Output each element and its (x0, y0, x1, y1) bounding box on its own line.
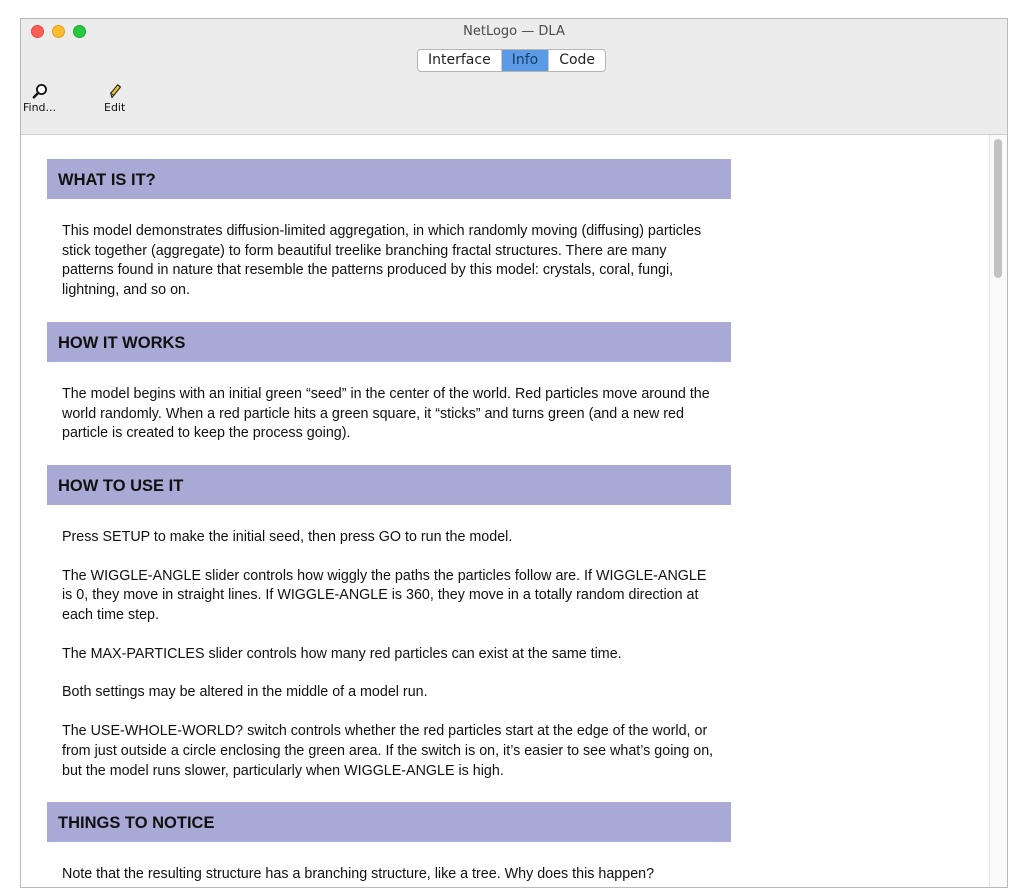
paragraph: The MAX-PARTICLES slider controls how ma… (62, 645, 622, 662)
paragraph: This model demonstrates diffusion-limite… (62, 223, 702, 299)
paragraph: The model begins with an initial green “… (62, 385, 710, 442)
section-what-is-it: WHAT IS IT? This model demonstrates diff… (47, 159, 731, 322)
section-body: Note that the resulting structure has a … (47, 842, 731, 887)
section-things-to-notice: THINGS TO NOTICE Note that the resulting… (47, 802, 731, 887)
info-document: WHAT IS IT? This model demonstrates diff… (47, 159, 731, 887)
section-body: Press SETUP to make the initial seed, th… (47, 505, 731, 802)
edit-button[interactable]: Edit (104, 81, 125, 114)
section-heading: WHAT IS IT? (47, 159, 731, 199)
section-how-it-works: HOW IT WORKS The model begins with an in… (47, 321, 731, 465)
section-body: This model demonstrates diffusion-limite… (47, 199, 731, 322)
paragraph: Note that the resulting structure has a … (62, 866, 655, 883)
scrollbar-thumb[interactable] (994, 139, 1002, 278)
paragraph: Both settings may be altered in the midd… (62, 684, 428, 701)
tab-code[interactable]: Code (549, 50, 605, 71)
find-label: Find... (23, 101, 57, 114)
info-document-pane: WHAT IS IT? This model demonstrates diff… (21, 134, 1007, 887)
paragraph: The WIGGLE-ANGLE slider controls how wig… (62, 567, 707, 624)
paragraph: The USE-WHOLE-WORLD? switch controls whe… (62, 723, 714, 779)
title-bar: NetLogo — DLA (21, 19, 1007, 45)
tab-interface[interactable]: Interface (418, 50, 502, 71)
tab-bar: Interface Info Code (417, 49, 607, 72)
section-heading: HOW IT WORKS (47, 321, 731, 362)
section-heading: THINGS TO NOTICE (47, 802, 731, 843)
section-body: The model begins with an initial green “… (47, 362, 731, 465)
netlogo-window: NetLogo — DLA Interface Info Code Find..… (20, 18, 1008, 888)
window-title: NetLogo — DLA (463, 24, 565, 39)
section-heading: HOW TO USE IT (47, 464, 731, 505)
paragraph: Press SETUP to make the initial seed, th… (62, 528, 513, 545)
find-button[interactable]: Find... (23, 81, 56, 114)
pencil-icon (104, 81, 125, 101)
edit-label: Edit (104, 101, 126, 114)
vertical-scrollbar[interactable] (989, 135, 1007, 887)
magnifier-icon (23, 81, 56, 101)
tab-info[interactable]: Info (501, 50, 550, 71)
section-how-to-use-it: HOW TO USE IT Press SETUP to make the in… (47, 464, 731, 802)
